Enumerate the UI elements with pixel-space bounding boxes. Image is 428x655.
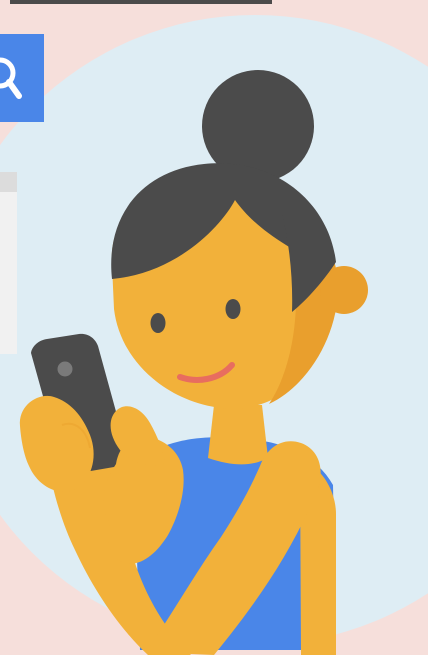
side-panel-body: [0, 172, 17, 354]
woman-with-phone-illustration: [0, 0, 428, 655]
phone-camera: [57, 361, 73, 377]
side-panel: [0, 172, 17, 354]
top-bar: [10, 0, 272, 4]
left-eye: [150, 313, 166, 333]
search-button-background: [0, 34, 44, 122]
illustration-scene: [0, 0, 428, 655]
neck: [208, 405, 268, 465]
right-eye: [225, 299, 241, 319]
side-panel-header: [0, 172, 17, 192]
search-button[interactable]: [0, 34, 44, 122]
